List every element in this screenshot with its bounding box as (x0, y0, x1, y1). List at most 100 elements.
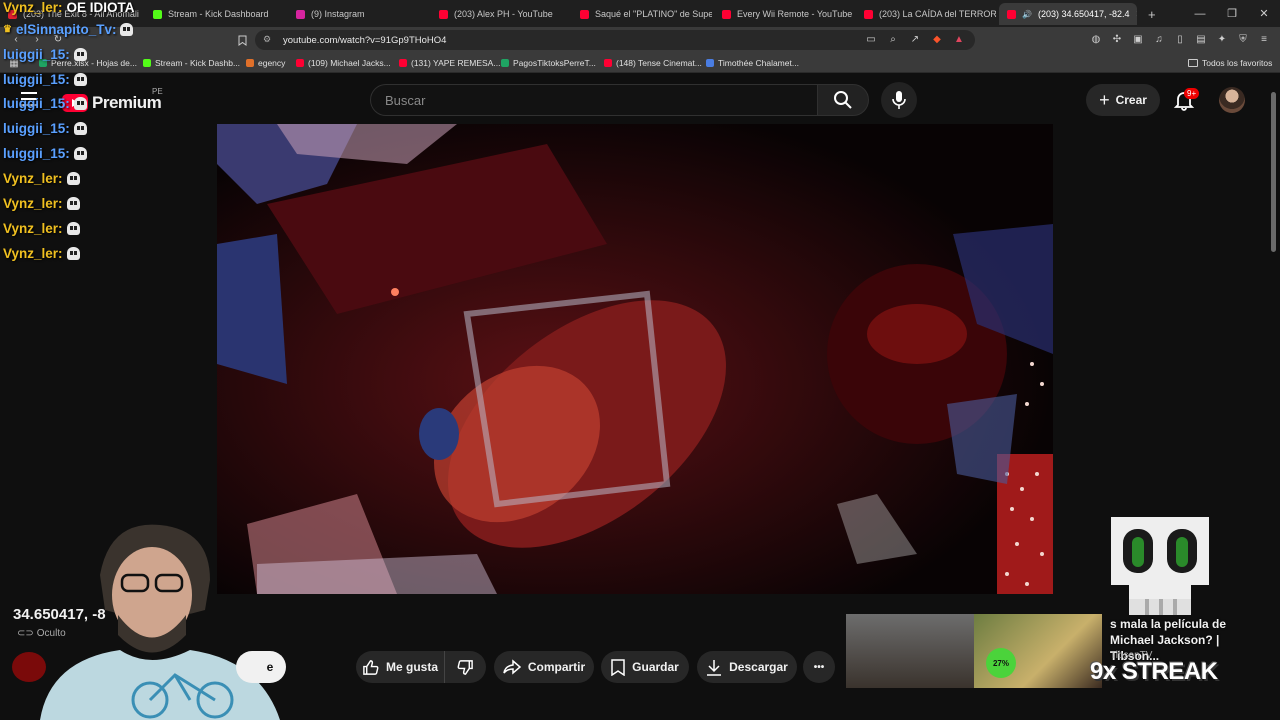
browser-tab[interactable]: Every Wii Remote - YouTube (714, 3, 854, 25)
bookmark-item[interactable]: PagosTiktoksPerreT... (501, 56, 596, 70)
bookmark-item[interactable]: (148) Tense Cinemat... (604, 56, 702, 70)
address-bar: ‹ › ↻ ⚙ youtube.com/watch?v=91Gp9THoHO4 … (0, 27, 1280, 53)
browser-tab[interactable]: Saqué el "PLATINO" de Super (572, 3, 712, 25)
rating-badge: 27% (986, 648, 1016, 678)
video-player[interactable] (217, 124, 1053, 594)
youtube-icon (722, 9, 731, 19)
puzzle-icon[interactable]: ✣ (1111, 33, 1123, 45)
browser-tab-bar: (203) The Exit 8 - All Anomali Stream - … (0, 0, 1280, 27)
browser-tab[interactable]: (203) La CAÍDA del TERROR en (856, 3, 996, 25)
chat-message: Vynz_ler: (3, 246, 80, 261)
bookmark-item[interactable]: egency (246, 56, 285, 70)
site-info-icon[interactable]: ⚙ (263, 34, 271, 45)
more-dots-icon: ••• (813, 661, 825, 673)
browser-tab[interactable]: Stream - Kick Dashboard (145, 3, 285, 25)
chat-message: Vynz_ler: (3, 196, 80, 211)
menu-icon[interactable]: ≡ (1258, 33, 1270, 45)
channel-avatar[interactable] (12, 652, 46, 682)
search-button[interactable] (817, 84, 869, 116)
chat-username: Vynz_ler: (3, 196, 63, 211)
save-button[interactable]: Guardar (601, 651, 689, 683)
skull-emote-icon (120, 23, 134, 36)
new-tab-button[interactable]: + (1140, 3, 1164, 25)
leo-icon[interactable]: ✦ (1216, 33, 1228, 45)
microphone-icon (892, 91, 906, 109)
download-button[interactable]: Descargar (697, 651, 797, 683)
vpn-icon[interactable]: ⛨ (1237, 33, 1249, 45)
bookmarks-bar: ▦ Perre.xlsx - Hojas de... Stream - Kick… (0, 53, 1280, 73)
bookmarks-folder[interactable]: Todos los favoritos (1188, 56, 1272, 70)
bookmark-item[interactable]: (131) YAPE REMESA... (399, 56, 500, 70)
youtube-icon (864, 9, 873, 19)
chat-message: Vynz_ler: OE IDIOTA (3, 0, 135, 15)
create-button[interactable]: + Crear (1086, 84, 1160, 116)
account-avatar[interactable] (1219, 87, 1245, 113)
minimize-icon[interactable]: — (1184, 0, 1216, 27)
instagram-icon (296, 9, 305, 19)
bookmark-icon[interactable] (236, 34, 248, 46)
voice-search-button[interactable] (881, 82, 917, 118)
thumbs-up-icon (363, 659, 379, 675)
dislike-button[interactable] (444, 651, 486, 683)
recommended-video-thumbnail[interactable]: 27% (846, 614, 1102, 688)
skull-emote-icon (66, 247, 80, 260)
brave-rewards-icon[interactable]: ▲ (953, 33, 965, 45)
chat-message: ♛ elSinnapito_Tv: (3, 22, 134, 37)
notification-badge: 9+ (1184, 88, 1200, 99)
screenshot-icon[interactable]: ▣ (1132, 33, 1144, 45)
bookmark-item[interactable]: Timothée Chalamet... (706, 56, 799, 70)
skull-emote-icon (73, 147, 87, 160)
close-tab-icon[interactable]: ✕ (1136, 9, 1137, 20)
bookmark-item[interactable]: (109) Michael Jacks... (296, 56, 391, 70)
browser-tab[interactable]: (9) Instagram (288, 3, 428, 25)
url-field[interactable]: ⚙ youtube.com/watch?v=91Gp9THoHO4 ▭ ⌕ ↗ … (255, 30, 975, 50)
window-controls: — ❐ ✕ (1184, 0, 1280, 27)
sheets-icon (501, 59, 509, 67)
like-button[interactable]: Me gusta (356, 651, 444, 683)
video-frame (217, 124, 1053, 594)
chat-username: Vynz_ler: (3, 0, 63, 15)
scrollbar-thumb[interactable] (1271, 92, 1276, 252)
share-icon[interactable]: ↗ (909, 33, 921, 45)
youtube-icon (296, 59, 304, 67)
brave-shield-icon[interactable]: ◆ (931, 33, 943, 45)
save-bookmark-icon (611, 658, 625, 676)
wallet-icon[interactable]: ▤ (1195, 33, 1207, 45)
folder-icon (1188, 59, 1198, 67)
chat-username: luiggii_15: (3, 72, 70, 87)
close-icon[interactable]: ✕ (1248, 0, 1280, 27)
skull-emote-icon (66, 172, 80, 185)
chat-username: luiggii_15: (3, 96, 70, 111)
crown-icon: ♛ (3, 24, 12, 35)
kick-icon (143, 59, 151, 67)
browser-tab[interactable]: (203) Alex PH - YouTube (431, 3, 571, 25)
cast-icon[interactable]: ▭ (865, 33, 877, 45)
link-icon: ⊂⊃ (17, 628, 34, 639)
sidebar-icon[interactable]: ▯ (1174, 33, 1186, 45)
more-actions-button[interactable]: ••• (803, 651, 835, 683)
maximize-icon[interactable]: ❐ (1216, 0, 1248, 27)
toolbar-extensions: ◍ ✣ ▣ ♫ ▯ ▤ ✦ ⛨ ≡ (1090, 33, 1270, 45)
share-button[interactable]: Compartir (494, 651, 594, 683)
extension-icon[interactable]: ◍ (1090, 33, 1102, 45)
search-icon (834, 91, 852, 109)
page-scrollbar[interactable] (1268, 74, 1280, 694)
share-arrow-icon (503, 659, 521, 675)
docs-icon (706, 59, 714, 67)
subscribe-button[interactable]: e (236, 651, 286, 683)
search-input[interactable]: Buscar (370, 84, 818, 116)
chat-message: Vynz_ler: (3, 171, 80, 186)
youtube-icon (439, 9, 448, 19)
browser-tab-active[interactable]: 🔊(203) 34.650417, -82.4✕ (999, 3, 1137, 25)
bookmark-item[interactable]: Stream - Kick Dashb... (143, 56, 240, 70)
zoom-icon[interactable]: ⌕ (887, 33, 899, 45)
chat-message: Vynz_ler: (3, 221, 80, 236)
thumbs-down-icon (457, 659, 473, 675)
skull-emote-icon (73, 122, 87, 135)
chat-username: Vynz_ler: (3, 171, 63, 186)
chat-username: luiggii_15: (3, 121, 70, 136)
youtube-icon (580, 9, 589, 19)
media-icon[interactable]: ♫ (1153, 33, 1165, 45)
chat-username: elSinnapito_Tv: (15, 22, 117, 37)
chat-message: luiggii_15: (3, 47, 87, 62)
